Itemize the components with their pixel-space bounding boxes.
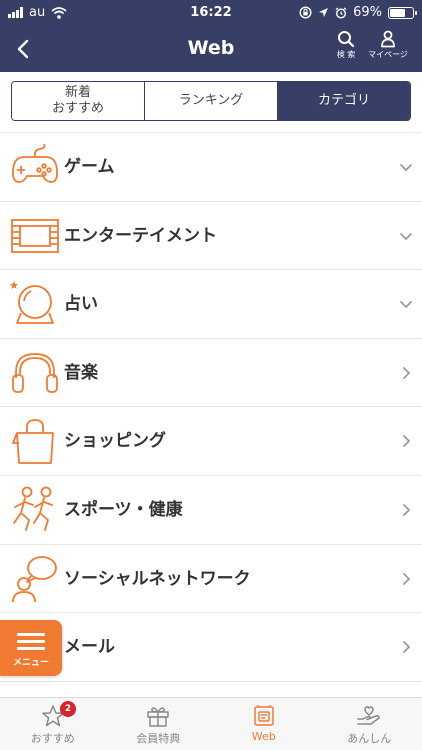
location-arrow-icon — [319, 8, 329, 17]
headphones-icon — [12, 352, 58, 393]
tab-web[interactable]: Web — [211, 698, 317, 750]
menu-button[interactable]: メニュー — [0, 620, 62, 676]
tab-member-benefits-label: 会員特典 — [136, 732, 181, 745]
web-icon — [254, 705, 274, 726]
segmented-control: 新着 おすすめ ランキング カテゴリ — [11, 81, 411, 121]
search-label: 検 索 — [336, 50, 356, 59]
chevron-right-icon — [403, 435, 411, 448]
back-button[interactable] — [8, 34, 38, 64]
category-label: ゲーム — [64, 157, 115, 177]
category-label: 音楽 — [64, 362, 98, 383]
shopping-bag-icon — [12, 419, 54, 465]
category-social-network[interactable]: ソーシャルネットワーク — [0, 545, 422, 614]
notification-badge: 2 — [60, 701, 76, 717]
tab-member-benefits[interactable]: 会員特典 — [106, 698, 212, 750]
tab-recommended-label: おすすめ — [30, 732, 75, 745]
film-strip-icon — [11, 218, 59, 253]
alarm-icon — [335, 6, 347, 19]
bottom-tab-bar: 2 おすすめ 会員特典 Web あんしん — [0, 697, 422, 750]
search-icon — [338, 31, 355, 48]
tab-safety-label: あんしん — [347, 732, 392, 745]
tab-recommended[interactable]: 2 おすすめ — [0, 698, 106, 750]
chevron-right-icon — [403, 641, 411, 654]
category-list: ゲーム エンターテイメント 占い 音楽 ショッピング スポーツ・健康 ソーシャル… — [0, 132, 422, 682]
tab-new-recommended-label: 新着 おすすめ — [51, 85, 104, 116]
tab-category-label: カテゴリ — [317, 93, 370, 109]
search-button[interactable]: 検 索 — [324, 30, 368, 70]
chevron-down-icon — [400, 301, 412, 309]
tab-ranking-label: ランキング — [178, 93, 244, 109]
chevron-right-icon — [403, 504, 411, 516]
rotation-lock-icon — [299, 6, 312, 19]
chevron-left-icon — [17, 39, 29, 59]
chevron-right-icon — [403, 366, 411, 379]
category-label: 占い — [64, 294, 98, 315]
category-label: ショッピング — [64, 431, 166, 452]
tab-safety[interactable]: あんしん — [317, 698, 422, 750]
tab-new-recommended[interactable]: 新着 おすすめ — [12, 82, 145, 120]
runners-icon — [13, 486, 53, 531]
mypage-button[interactable]: マイページ — [366, 30, 410, 70]
battery-icon — [388, 6, 417, 19]
tab-category[interactable]: カテゴリ — [278, 82, 410, 120]
category-music[interactable]: 音楽 — [0, 339, 422, 408]
mypage-label: マイページ — [368, 50, 408, 59]
category-label: ソーシャルネットワーク — [64, 568, 251, 589]
status-bar: au 16:22 69% — [0, 0, 422, 26]
game-controller-icon — [11, 143, 59, 183]
menu-button-label: メニュー — [12, 657, 49, 668]
social-chat-icon — [12, 555, 57, 602]
category-entertainment[interactable]: エンターテイメント — [0, 202, 422, 271]
category-shopping[interactable]: ショッピング — [0, 407, 422, 476]
hamburger-menu-icon — [17, 629, 45, 654]
chevron-down-icon — [400, 164, 412, 172]
crystal-ball-icon — [10, 281, 54, 325]
navigation-bar: Web 検 索 マイページ — [0, 26, 422, 72]
chevron-right-icon — [403, 572, 411, 585]
category-game[interactable]: ゲーム — [0, 133, 422, 202]
user-icon — [381, 30, 395, 48]
battery-percent: 69% — [353, 5, 382, 20]
tab-ranking[interactable]: ランキング — [145, 82, 278, 120]
category-label: スポーツ・健康 — [64, 499, 183, 520]
gift-icon — [147, 707, 169, 727]
chevron-down-icon — [400, 232, 412, 240]
category-label: メール — [64, 637, 115, 658]
tab-web-label: Web — [251, 730, 276, 743]
category-label: エンターテイメント — [64, 225, 217, 246]
category-mail[interactable]: メール — [0, 613, 422, 682]
category-fortune[interactable]: 占い — [0, 270, 422, 339]
category-sports-health[interactable]: スポーツ・健康 — [0, 476, 422, 545]
safety-hand-icon — [357, 706, 380, 725]
